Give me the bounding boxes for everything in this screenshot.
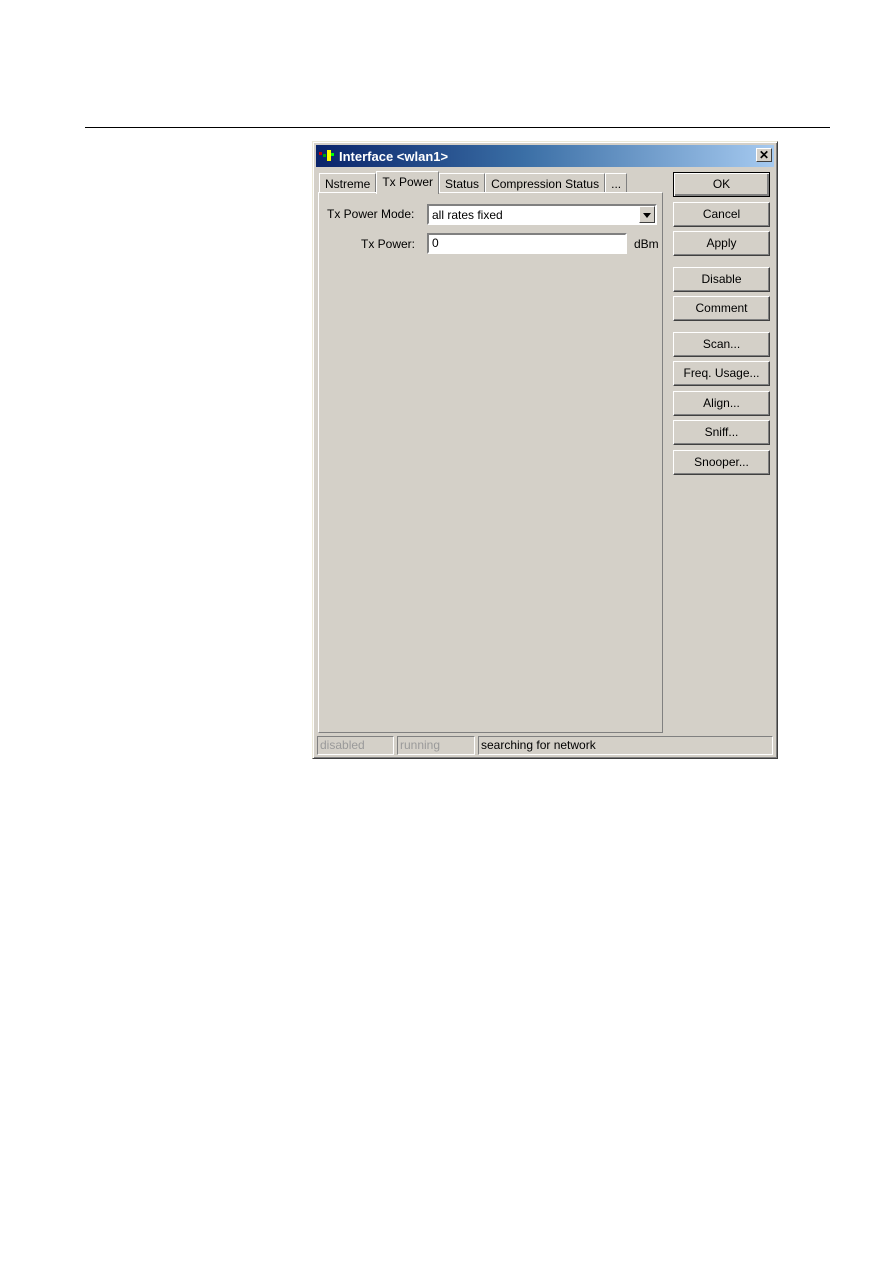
tx-power-label: Tx Power: — [361, 237, 416, 251]
tab-more[interactable]: ... — [605, 173, 628, 193]
tab-nstreme[interactable]: Nstreme — [319, 173, 377, 193]
scan-button[interactable]: Scan... — [673, 332, 770, 357]
tab-strip: Nstreme Tx Power Status Compression Stat… — [319, 171, 628, 194]
tx-power-input[interactable]: 0 — [427, 233, 627, 254]
page-header-rule — [85, 127, 830, 128]
align-button[interactable]: Align... — [673, 391, 770, 416]
status-message: searching for network — [478, 736, 773, 755]
tx-power-mode-value: all rates fixed — [432, 208, 503, 222]
status-disabled: disabled — [317, 736, 394, 755]
status-running: running — [397, 736, 475, 755]
close-button[interactable]: ✕ — [756, 148, 772, 162]
status-bar: disabled running searching for network — [317, 736, 773, 755]
close-icon: ✕ — [758, 148, 770, 162]
app-icon — [319, 150, 335, 162]
interface-dialog: Interface <wlan1> ✕ Nstreme Tx Power Sta… — [312, 141, 778, 759]
ok-button[interactable]: OK — [673, 172, 770, 197]
tab-compression-status[interactable]: Compression Status — [485, 173, 606, 193]
tab-tx-power[interactable]: Tx Power — [376, 171, 440, 194]
sniff-button[interactable]: Sniff... — [673, 420, 770, 445]
snooper-button[interactable]: Snooper... — [673, 450, 770, 475]
freq-usage-button[interactable]: Freq. Usage... — [673, 361, 770, 386]
apply-button[interactable]: Apply — [673, 231, 770, 256]
comment-button[interactable]: Comment — [673, 296, 770, 321]
disable-button[interactable]: Disable — [673, 267, 770, 292]
tab-status[interactable]: Status — [439, 173, 486, 193]
tx-power-panel: Tx Power Mode: all rates fixed Tx Power:… — [318, 192, 663, 733]
chevron-down-icon[interactable] — [639, 206, 655, 223]
tx-power-mode-label: Tx Power Mode: — [327, 207, 415, 221]
title-bar[interactable]: Interface <wlan1> ✕ — [316, 145, 774, 167]
cancel-button[interactable]: Cancel — [673, 202, 770, 227]
tx-power-mode-select[interactable]: all rates fixed — [427, 204, 657, 225]
window-title: Interface <wlan1> — [339, 148, 449, 164]
tx-power-unit: dBm — [634, 237, 659, 251]
